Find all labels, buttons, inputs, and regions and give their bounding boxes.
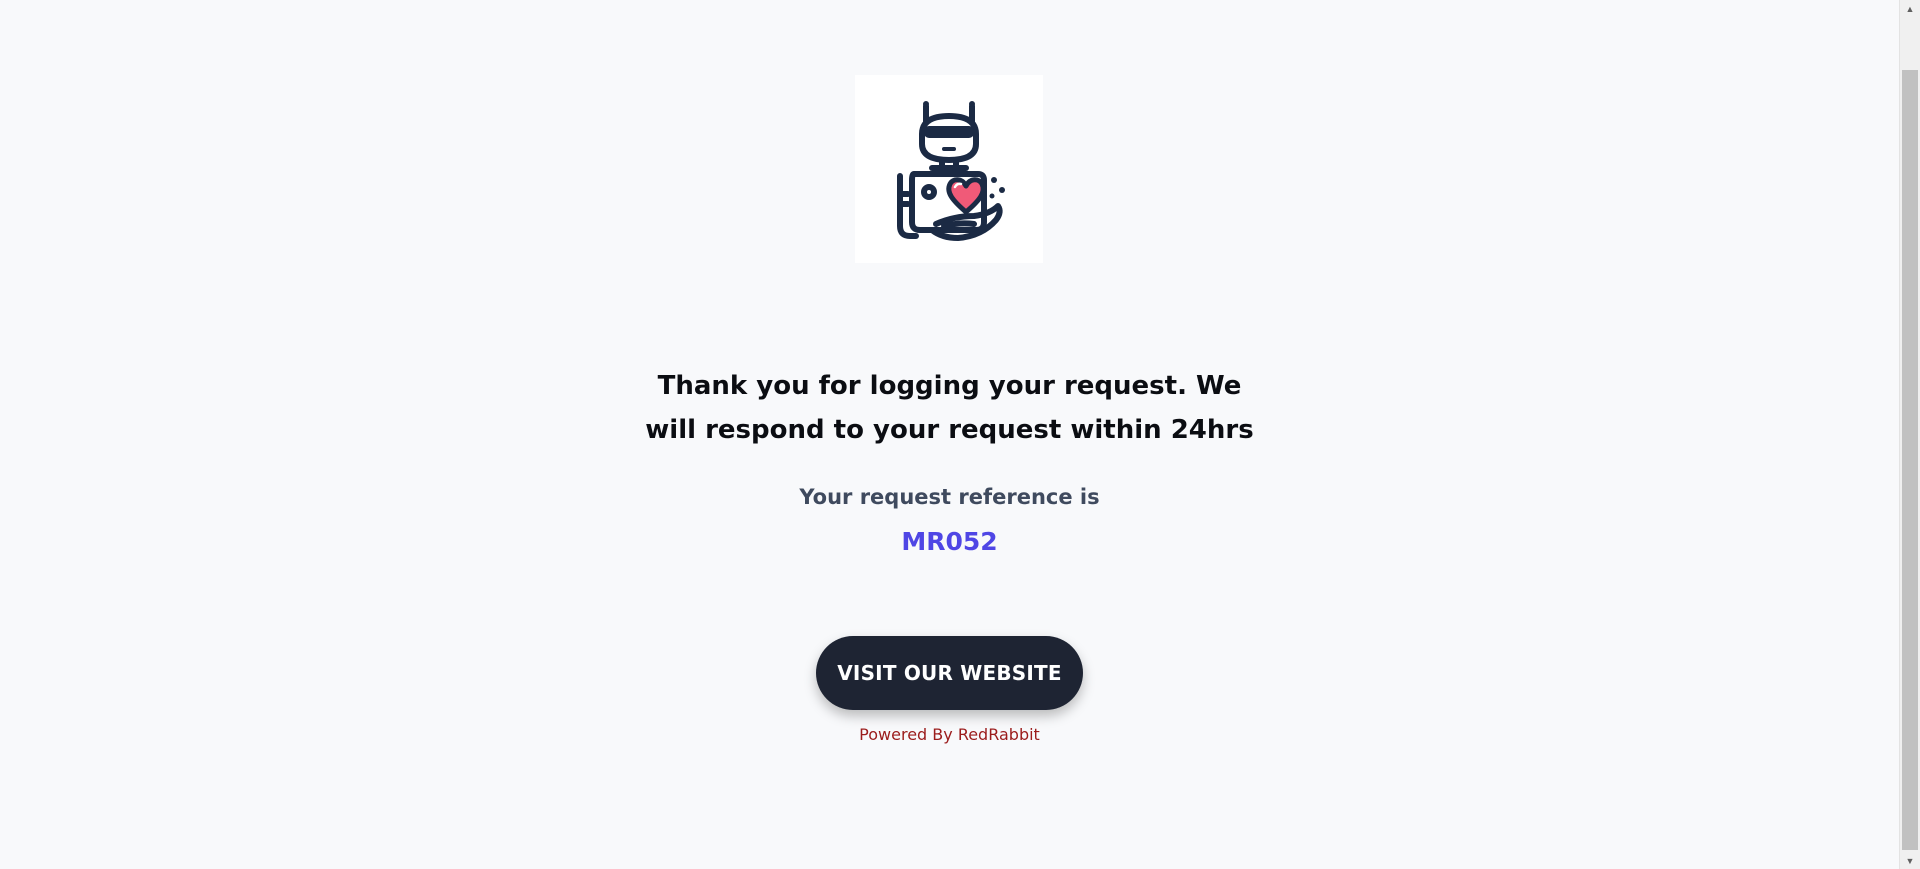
visit-website-button[interactable]: VISIT OUR WEBSITE	[816, 636, 1083, 710]
reference-label: Your request reference is	[799, 485, 1100, 509]
scroll-thumb[interactable]	[1902, 70, 1918, 850]
thank-you-content: Thank you for logging your request. We w…	[0, 0, 1899, 869]
reference-code: MR052	[901, 527, 998, 556]
page: Thank you for logging your request. We w…	[0, 0, 1920, 869]
robot-holding-heart-icon	[897, 101, 1005, 241]
confirmation-message-line-1: Thank you for logging your request. We	[657, 371, 1242, 401]
confirmation-message: Thank you for logging your request. We w…	[0, 364, 1899, 452]
powered-by-link[interactable]: Powered By RedRabbit	[0, 725, 1899, 744]
scroll-up-arrow-icon[interactable]: ▲	[1900, 0, 1920, 17]
vertical-scrollbar[interactable]: ▲ ▼	[1899, 0, 1920, 869]
scroll-down-arrow-icon[interactable]: ▼	[1900, 852, 1920, 869]
confirmation-message-line-2: will respond to your request within 24hr…	[645, 415, 1254, 445]
logo	[855, 75, 1043, 263]
